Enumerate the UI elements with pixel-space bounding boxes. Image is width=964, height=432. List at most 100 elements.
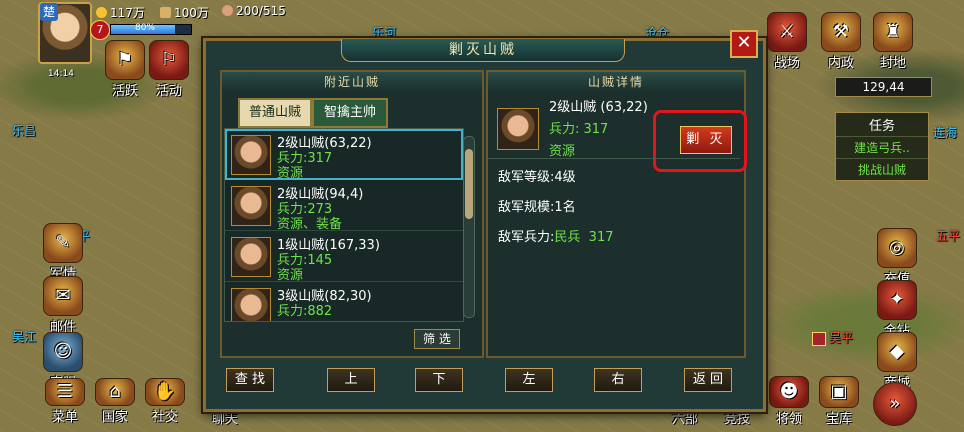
dialog-title: 剿灭山贼 (341, 39, 625, 62)
maid-icon: ☺ (43, 332, 83, 372)
arena-label: 竞技 (723, 412, 750, 427)
detail-bandit-strength: 兵力: 317 (549, 122, 609, 137)
activity-daily-label: 活跃 (111, 84, 138, 99)
diamond-button[interactable]: ✦金钻 (874, 280, 920, 339)
gold-icon (96, 7, 107, 18)
treasury-button[interactable]: ▣ 宝库 (816, 376, 862, 427)
battlefield-button[interactable]: ⚔ 战场 (764, 12, 810, 71)
mail-button[interactable]: ✉ 邮件 (40, 276, 86, 335)
domestic-button[interactable]: ⚒ 内政 (818, 12, 864, 71)
task-item[interactable]: 挑战山贼 (836, 158, 928, 180)
treasury-label: 宝库 (825, 412, 852, 427)
enemy-strength-value: 317 (588, 230, 614, 245)
back-button[interactable]: 返 回 (684, 368, 732, 392)
bandit-list[interactable]: 2级山贼(63,22) 兵力:317 资源 2级山贼(94,4) 兵力:273 … (224, 128, 464, 322)
social-label: 社交 (151, 410, 178, 425)
general-icon: ☻ (769, 376, 809, 408)
country-button[interactable]: ⌂ 国家 (92, 378, 138, 425)
map-label-wujiang: 吴江 (12, 330, 37, 344)
bandit-resources: 资源 (277, 268, 304, 283)
ministries-label: 六部 (671, 412, 698, 427)
enemy-strength-label: 敌军兵力: (498, 230, 555, 245)
exp-percent: 80% (135, 23, 156, 33)
filter-button[interactable]: 筛 选 (414, 329, 460, 349)
nearby-bandits-header: 附近山贼 (222, 72, 482, 92)
list-item[interactable]: 1级山贼(167,33) 兵力:145 资源 (225, 231, 463, 283)
scrollbar-thumb[interactable] (465, 149, 473, 219)
list-item[interactable]: 2级山贼(94,4) 兵力:273 资源、装备 (225, 180, 463, 232)
expand-toggle-button[interactable]: » (872, 382, 918, 426)
coins-icon: ◎ (877, 228, 917, 268)
enemy-strength-type: 民兵 (554, 230, 581, 245)
fief-button[interactable]: ♜ 封地 (870, 12, 916, 71)
list-item[interactable]: 2级山贼(63,22) 兵力:317 资源 (225, 129, 463, 181)
bandit-resources: 资源、装备 (277, 217, 343, 232)
events-label: 活动 (155, 84, 182, 99)
close-button[interactable]: ✕ (730, 30, 758, 58)
tab-normal-bandits[interactable]: 普通山贼 (238, 98, 312, 128)
list-scrollbar[interactable] (463, 136, 475, 318)
bandit-detail-header: 山贼详情 (488, 72, 744, 92)
menu-label: 菜单 (51, 410, 78, 425)
battlefield-label: 战场 (773, 56, 800, 71)
bandit-portrait (231, 186, 271, 226)
menu-icon: ☰ (45, 378, 85, 406)
social-button[interactable]: ✋ 社交 (142, 378, 188, 425)
recharge-button[interactable]: ◎充值 (874, 228, 920, 287)
map-label-lianhe: 连海 (933, 126, 958, 140)
generals-label: 将领 (775, 412, 802, 427)
bandit-portrait (231, 135, 271, 175)
right-button[interactable]: 右 (594, 368, 642, 392)
food-icon (160, 7, 171, 18)
hammer-icon: ⚒ (821, 12, 861, 52)
food-value: 100万 (174, 6, 209, 20)
down-button[interactable]: 下 (415, 368, 463, 392)
flag-icon: ⚑ (105, 40, 145, 80)
troops-value: 200/515 (236, 4, 286, 18)
search-button[interactable]: 查 找 (226, 368, 274, 392)
gold-resource: 117万 (96, 4, 145, 21)
map-label-wuping-text: 吴平 (829, 331, 854, 345)
vip-badge[interactable]: 7 (90, 20, 110, 40)
troops-icon (222, 5, 233, 16)
bandit-portrait (231, 288, 271, 321)
castle-icon: ♜ (873, 12, 913, 52)
detail-bandit-portrait (497, 108, 539, 150)
bandit-portrait (231, 237, 271, 277)
wipe-button-highlight (653, 110, 747, 172)
detail-divider (488, 158, 740, 159)
bandit-strength: 兵力:882 (277, 304, 333, 319)
activity-daily-button[interactable]: ⚑ 活跃 (102, 40, 148, 99)
treasure-icon: ◆ (877, 332, 917, 372)
enemy-level: 敌军等级:4级 (498, 170, 576, 185)
bandit-resources: 资源 (277, 166, 304, 181)
clock: 14:14 (48, 69, 74, 79)
domestic-label: 内政 (827, 56, 854, 71)
map-label-wuping: 吴平 (812, 329, 853, 346)
menu-button[interactable]: ☰ 菜单 (42, 378, 88, 425)
mail-icon: ✉ (43, 276, 83, 316)
events-button[interactable]: ⚐ 活动 (146, 40, 192, 99)
kingdom-badge: 楚 (40, 3, 58, 21)
intel-button[interactable]: ✎ 军情 (40, 223, 86, 282)
scroll-icon: ✎ (43, 223, 83, 263)
coordinate-readout[interactable]: 129,44 (835, 77, 932, 97)
generals-button[interactable]: ☻ 将领 (766, 376, 812, 427)
up-button[interactable]: 上 (327, 368, 375, 392)
handshake-icon: ✋ (145, 378, 185, 406)
arrow-right-icon: » (873, 382, 917, 426)
task-item[interactable]: 建造弓兵.. (836, 136, 928, 158)
swords-icon: ⚔ (767, 12, 807, 52)
map-label-lechang: 乐昌 (12, 124, 37, 138)
tab-capture-commander[interactable]: 智擒主帅 (312, 98, 388, 128)
left-button[interactable]: 左 (505, 368, 553, 392)
country-label: 国家 (101, 410, 128, 425)
enemy-strength: 敌军兵力:民兵 317 (498, 226, 614, 245)
gift-icon: ✦ (877, 280, 917, 320)
fief-label: 封地 (879, 56, 906, 71)
list-item[interactable]: 3级山贼(82,30) 兵力:882 (225, 282, 463, 321)
task-panel[interactable]: 任务 建造弓兵.. 挑战山贼 (835, 112, 929, 181)
task-title: 任务 (868, 119, 895, 134)
banner-icon: ⚐ (149, 40, 189, 80)
troops-resource: 200/515 (222, 4, 286, 18)
